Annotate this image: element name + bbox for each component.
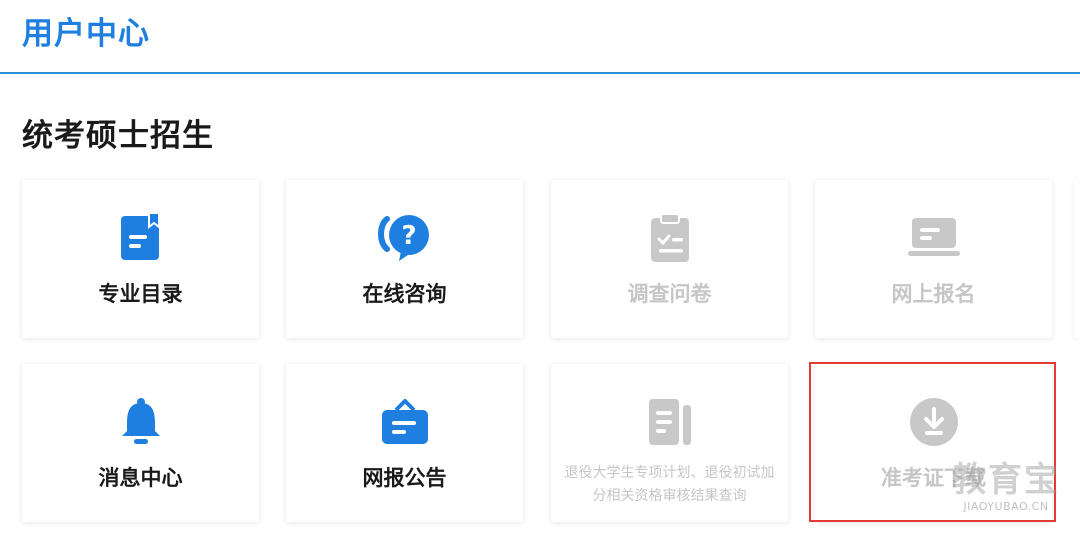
card-registration-notice[interactable]: 网报公告: [286, 364, 523, 522]
card-label: 在线咨询: [362, 282, 447, 306]
download-circle-icon: [815, 394, 1052, 450]
card-label: 网上报名: [891, 282, 976, 306]
card-partial-edge: [1074, 180, 1080, 338]
card-label: 消息中心: [98, 466, 183, 490]
bell-icon: [22, 394, 259, 450]
card-online-registration[interactable]: 网上报名: [815, 180, 1052, 338]
clipboard-checklist-icon: [551, 210, 788, 266]
card-survey[interactable]: 调查问卷: [551, 180, 788, 338]
card-label: 网报公告: [362, 466, 447, 490]
page-header: 用户中心: [0, 0, 1080, 74]
question-chat-icon: ?: [286, 210, 523, 266]
card-online-consult[interactable]: ? 在线咨询: [286, 180, 523, 338]
card-admission-ticket-download[interactable]: 准考证下载: [815, 364, 1052, 522]
bookmark-document-icon: [22, 210, 259, 266]
laptop-icon: [815, 210, 1052, 266]
document-list-icon: [551, 394, 788, 450]
card-label: 准考证下载: [881, 466, 986, 490]
card-message-center[interactable]: 消息中心: [22, 364, 259, 522]
card-label: 调查问卷: [627, 282, 712, 306]
page-title: 用户中心: [22, 16, 150, 52]
svg-text:?: ?: [401, 221, 416, 251]
card-veteran-review-query[interactable]: 退役大学生专项计划、退役初试加分相关资格审核结果查询: [551, 364, 788, 522]
section-title: 统考硕士招生: [22, 118, 214, 154]
card-label: 专业目录: [98, 282, 183, 306]
card-label: 退役大学生专项计划、退役初试加分相关资格审核结果查询: [564, 465, 775, 504]
notice-board-icon: [286, 394, 523, 450]
card-major-catalog[interactable]: 专业目录: [22, 180, 259, 338]
